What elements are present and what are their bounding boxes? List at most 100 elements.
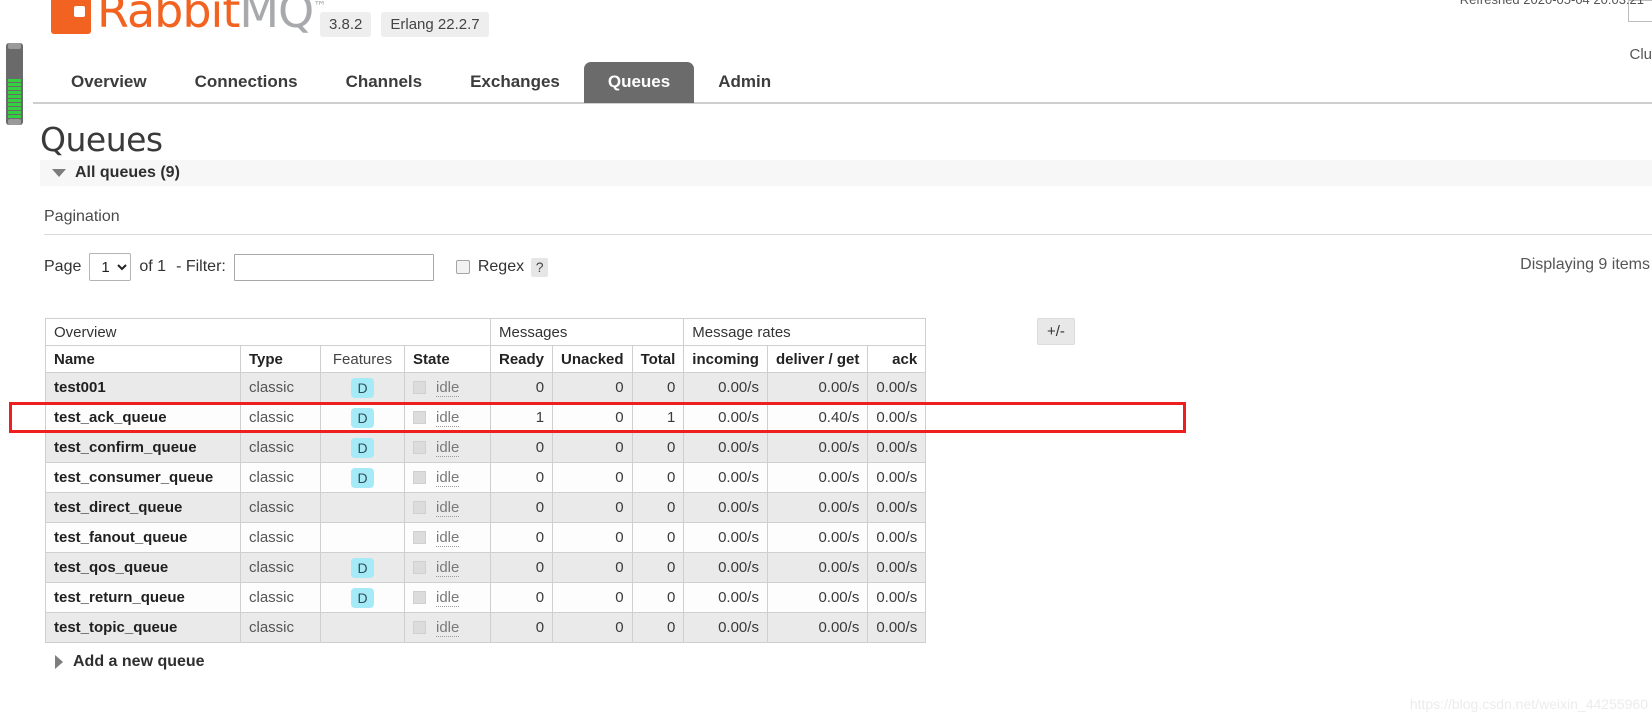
rate-incoming-cell: 0.00/s <box>683 402 768 433</box>
column-header-deliver-get[interactable]: deliver / get <box>766 345 869 373</box>
nav-tab-connections[interactable]: Connections <box>171 62 322 103</box>
table-row[interactable]: test001 classic Didle 0 0 0 0.00/s 0.00/s 0.00/s <box>45 372 927 403</box>
nav-tab-admin[interactable]: Admin <box>694 62 795 103</box>
pagination-divider <box>44 234 1652 235</box>
pagination-controls: Page 1 of 1 - Filter: Regex ? <box>44 252 549 282</box>
all-queues-section-header[interactable]: All queues (9) <box>40 160 1652 186</box>
messages-total-cell: 0 <box>631 432 685 463</box>
page-count-label: of 1 <box>139 258 167 275</box>
table-row[interactable]: test_return_queue classic Didle 0 0 0 0.00/s 0.… <box>45 582 927 613</box>
durable-badge: D <box>351 437 374 458</box>
toggle-columns-button[interactable]: +/- <box>1037 318 1075 345</box>
rate-ack-cell: 0.00/s <box>867 492 927 523</box>
watermark-text: https://blog.csdn.net/weixin_44255960 <box>1409 696 1648 712</box>
rabbit-logo-icon <box>47 0 95 34</box>
column-header-total[interactable]: Total <box>631 345 685 373</box>
chevron-right-icon[interactable] <box>55 655 63 669</box>
state-indicator: idle <box>413 499 482 517</box>
regex-label: Regex <box>477 258 525 275</box>
rate-ack-cell: 0.00/s <box>867 582 927 613</box>
rate-ack-cell: 0.00/s <box>867 432 927 463</box>
queue-name-cell[interactable]: test001 <box>45 372 241 403</box>
messages-unacked-cell: 0 <box>552 402 633 433</box>
queues-table-container: Overview Messages Message rates Name Type Fe… <box>45 318 927 643</box>
state-indicator: idle <box>413 589 482 607</box>
queue-name-cell[interactable]: test_topic_queue <box>45 612 241 643</box>
state-square-icon <box>413 411 426 424</box>
rate-incoming-cell: 0.00/s <box>683 612 768 643</box>
column-header-incoming[interactable]: incoming <box>683 345 768 373</box>
page-select[interactable]: 1 <box>89 253 132 281</box>
messages-ready-cell: 0 <box>489 372 554 403</box>
table-row[interactable]: test_direct_queue classic idle 0 0 0 0.00/s 0.0… <box>45 492 927 523</box>
rate-deliver-get-cell: 0.00/s <box>766 372 869 403</box>
state-square-icon <box>413 531 426 544</box>
filter-label: - Filter: <box>176 258 226 275</box>
nav-tab-exchanges[interactable]: Exchanges <box>446 62 584 103</box>
pagination-heading: Pagination <box>44 208 120 225</box>
state-text: idle <box>436 588 460 607</box>
queue-name-cell[interactable]: test_return_queue <box>45 582 241 613</box>
table-row[interactable]: test_topic_queue classic idle 0 0 0 0.00/s 0.00… <box>45 612 927 643</box>
queue-state-cell: idle <box>404 402 491 433</box>
nav-tab-channels[interactable]: Channels <box>322 62 447 103</box>
state-text: idle <box>436 618 460 637</box>
queue-features-cell: D <box>320 372 405 403</box>
column-header-type[interactable]: Type <box>240 345 321 373</box>
table-row[interactable]: test_consumer_queue classic Didle 0 0 0 0.00/s… <box>45 462 927 493</box>
version-badge: 3.8.2 <box>320 12 372 37</box>
state-indicator: idle <box>413 619 482 637</box>
queue-name-cell[interactable]: test_ack_queue <box>45 402 241 433</box>
state-text: idle <box>436 468 460 487</box>
queue-name-cell[interactable]: test_fanout_queue <box>45 522 241 553</box>
queue-type-cell: classic <box>240 582 321 613</box>
column-header-ack[interactable]: ack <box>867 345 927 373</box>
help-icon[interactable]: ? <box>531 257 549 277</box>
table-row[interactable]: test_confirm_queue classic Didle 0 0 0 0.00/s 0… <box>45 432 927 463</box>
durable-badge: D <box>351 587 374 608</box>
messages-total-cell: 0 <box>631 552 685 583</box>
queue-state-cell: idle <box>404 552 491 583</box>
queue-type-cell: classic <box>240 402 321 433</box>
messages-unacked-cell: 0 <box>552 612 633 643</box>
rate-deliver-get-cell: 0.00/s <box>766 552 869 583</box>
queue-name-cell[interactable]: test_direct_queue <box>45 492 241 523</box>
queue-name-cell[interactable]: test_qos_queue <box>45 552 241 583</box>
messages-total-cell: 0 <box>631 522 685 553</box>
nav-tab-list: Overview Connections Channels Exchanges Queu… <box>47 62 795 103</box>
nav-tab-queues[interactable]: Queues <box>583 62 695 103</box>
version-badges: 3.8.2 Erlang 22.2.7 <box>320 12 489 37</box>
rabbitmq-logo[interactable]: RabbitMQ™ <box>47 0 326 34</box>
table-row[interactable]: test_qos_queue classic Didle 0 0 0 0.00/s 0.00/… <box>45 552 927 583</box>
queue-name-cell[interactable]: test_consumer_queue <box>45 462 241 493</box>
state-indicator: idle <box>413 529 482 547</box>
state-indicator: idle <box>413 439 482 457</box>
add-new-queue-section[interactable]: Add a new queue <box>55 653 205 671</box>
messages-unacked-cell: 0 <box>552 462 633 493</box>
rate-ack-cell: 0.00/s <box>867 402 927 433</box>
table-row[interactable]: test_fanout_queue classic idle 0 0 0 0.00/s 0.0… <box>45 522 927 553</box>
filter-input[interactable] <box>233 253 434 281</box>
table-group-header-row: Overview Messages Message rates <box>45 318 927 346</box>
queue-features-cell <box>320 522 405 553</box>
column-header-name[interactable]: Name <box>45 345 241 373</box>
nav-tab-overview[interactable]: Overview <box>47 62 171 103</box>
table-row[interactable]: test_ack_queue classic Didle 1 0 1 0.00/s 0.40/… <box>45 402 927 433</box>
column-header-ready[interactable]: Ready <box>489 345 554 373</box>
regex-checkbox[interactable] <box>455 260 470 274</box>
column-header-features[interactable]: Features <box>320 345 405 373</box>
page-root: Refreshed 2020-05-04 20:03:21 Clu Rabbit… <box>0 0 1652 718</box>
messages-unacked-cell: 0 <box>552 552 633 583</box>
cluster-label: Clu <box>1629 46 1652 63</box>
queue-name-cell[interactable]: test_confirm_queue <box>45 432 241 463</box>
chevron-down-icon[interactable] <box>52 169 66 177</box>
table-column-header-row: Name Type Features State Ready Unacked Total in… <box>45 345 927 373</box>
column-header-unacked[interactable]: Unacked <box>552 345 633 373</box>
queues-table-body: test001 classic Didle 0 0 0 0.00/s 0.00/s 0.00/s… <box>45 372 927 643</box>
rate-deliver-get-cell: 0.00/s <box>766 492 869 523</box>
state-text: idle <box>436 528 460 547</box>
queue-state-cell: idle <box>404 612 491 643</box>
column-header-state[interactable]: State <box>404 345 491 373</box>
rate-deliver-get-cell: 0.00/s <box>766 582 869 613</box>
column-group-header: Overview <box>45 318 491 346</box>
